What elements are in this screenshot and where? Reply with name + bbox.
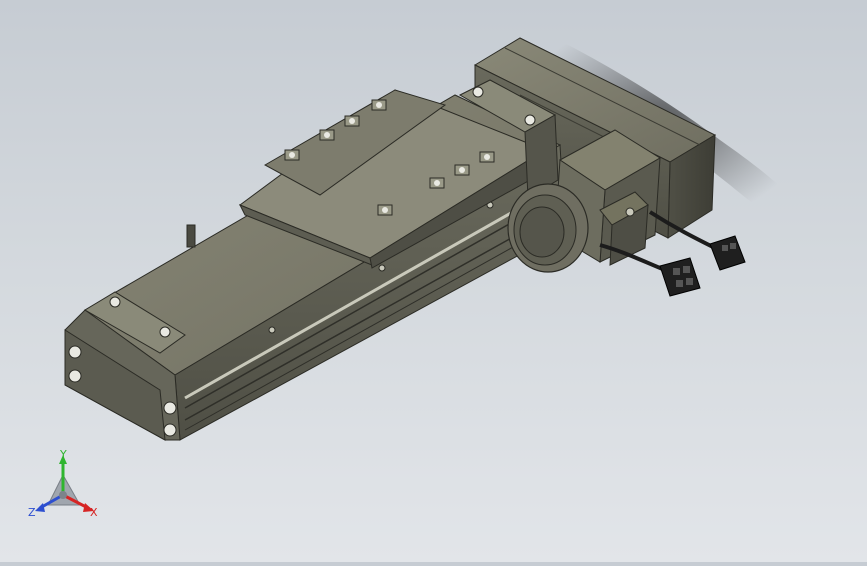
- y-axis-label: Y: [59, 448, 67, 461]
- cable-connector-1[interactable]: [709, 235, 746, 271]
- view-orientation-triad[interactable]: Y X Z: [28, 448, 98, 519]
- z-axis-label: Z: [28, 506, 36, 519]
- cad-model-canvas[interactable]: Y X Z: [0, 0, 867, 562]
- x-axis-label: X: [90, 506, 98, 519]
- cad-viewport[interactable]: Y X Z: [0, 0, 867, 562]
- cable-connector-2[interactable]: [659, 257, 701, 297]
